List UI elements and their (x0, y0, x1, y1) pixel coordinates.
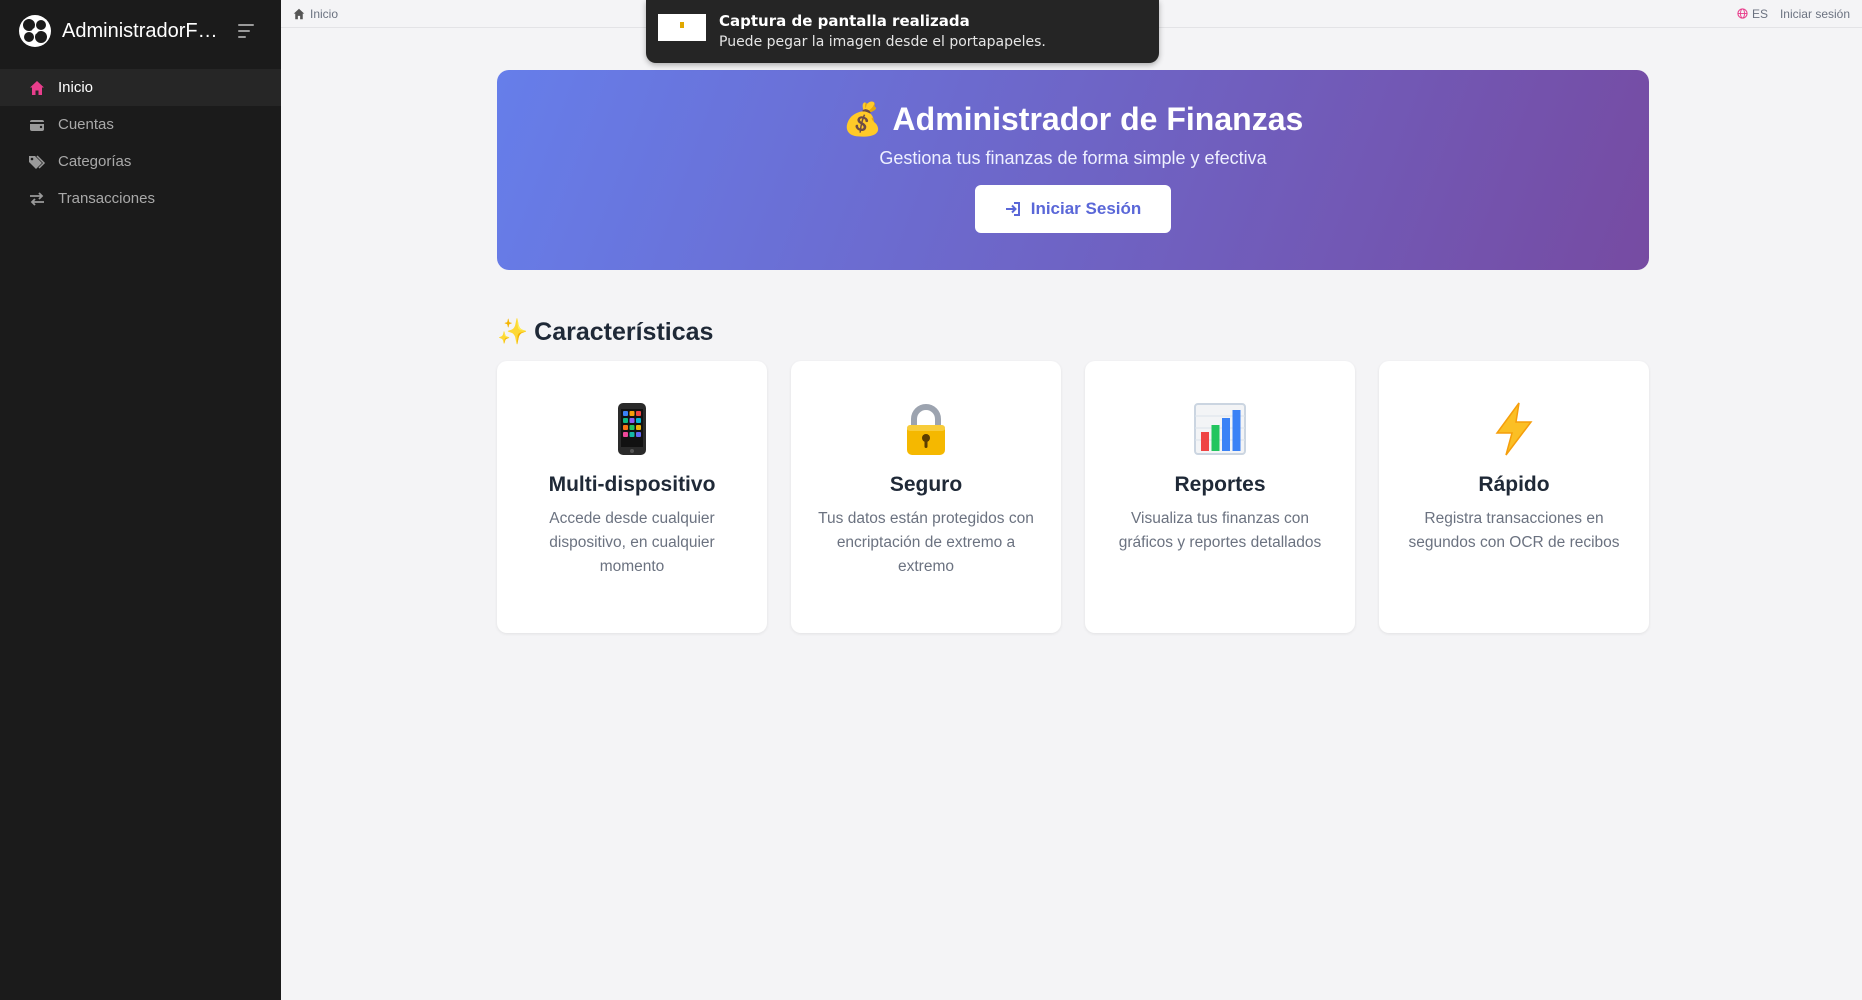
screenshot-thumbnail (658, 14, 706, 41)
feature-description: Tus datos están protegidos con encriptac… (818, 510, 1034, 575)
breadcrumb-item[interactable]: Inicio (310, 7, 338, 21)
feature-title: Multi-dispositivo (548, 473, 716, 496)
hero-subtitle: Gestiona tus finanzas de forma simple y … (879, 148, 1267, 168)
toast-message: Puede pegar la imagen desde el portapape… (719, 34, 1046, 50)
app-logo-icon (19, 15, 51, 47)
breadcrumb: Inicio (293, 7, 338, 21)
sidebar-collapse-icon[interactable] (238, 24, 256, 38)
lightning-icon (1495, 402, 1533, 456)
feature-title: Reportes (1174, 473, 1266, 496)
sidebar-item-categorias[interactable]: Categorías (0, 143, 281, 180)
sidebar-item-label: Cuentas (58, 116, 114, 133)
transfer-icon (28, 190, 46, 208)
toast-title: Captura de pantalla realizada (719, 12, 970, 30)
home-icon (28, 79, 46, 97)
hero-title-text: Administrador de Finanzas (892, 100, 1304, 137)
features-grid: Multi-dispositivo Accede desde cualquier… (497, 361, 1649, 633)
home-icon (293, 8, 305, 19)
main-content: 💰 Administrador de Finanzas Gestiona tus… (281, 28, 1862, 1000)
sparkles-icon: ✨ (497, 318, 529, 346)
features-title: ✨ Características (497, 318, 1649, 347)
money-bag-icon: 💰 (842, 101, 883, 137)
feature-description: Accede desde cualquier dispositivo, en c… (549, 510, 715, 575)
sidebar-item-cuentas[interactable]: Cuentas (0, 106, 281, 143)
feature-description: Visualiza tus finanzas con gráficos y re… (1118, 510, 1322, 551)
tags-icon (28, 153, 46, 171)
top-actions: ES Iniciar sesión (1737, 7, 1850, 21)
brand-name: AdministradorFin... (62, 19, 222, 42)
feature-card-secure: Seguro Tus datos están protegidos con en… (791, 361, 1061, 633)
login-button-label: Iniciar Sesión (1030, 199, 1142, 218)
brand: AdministradorFin... (0, 0, 281, 62)
content-container: 💰 Administrador de Finanzas Gestiona tus… (497, 70, 1649, 633)
language-label: ES (1751, 6, 1768, 21)
sidebar-item-label: Categorías (58, 153, 132, 170)
login-link[interactable]: Iniciar sesión (1780, 7, 1850, 21)
wallet-icon (28, 116, 46, 134)
features-title-text: Características (534, 318, 714, 346)
sidebar: AdministradorFin... Inicio Cuentas Categ… (0, 0, 281, 1000)
sidebar-item-inicio[interactable]: Inicio (0, 69, 281, 106)
sidebar-nav: Inicio Cuentas Categorías Transacciones (0, 69, 281, 217)
language-selector[interactable]: ES (1737, 7, 1768, 21)
feature-title: Rápido (1478, 473, 1550, 496)
screenshot-toast[interactable]: Captura de pantalla realizada Puede pega… (646, 0, 1159, 63)
bar-chart-icon (1194, 403, 1246, 455)
login-button[interactable]: Iniciar Sesión (975, 185, 1171, 233)
feature-description: Registra transacciones en segundos con O… (1408, 510, 1620, 551)
hero-banner: 💰 Administrador de Finanzas Gestiona tus… (497, 70, 1649, 270)
sidebar-item-transacciones[interactable]: Transacciones (0, 180, 281, 217)
feature-card-reports: Reportes Visualiza tus finanzas con gráf… (1085, 361, 1355, 633)
feature-card-multi-device: Multi-dispositivo Accede desde cualquier… (497, 361, 767, 633)
mobile-phone-icon (618, 403, 646, 455)
globe-icon (1737, 8, 1748, 19)
sidebar-item-label: Inicio (58, 79, 94, 96)
lock-icon (907, 404, 945, 455)
sidebar-item-label: Transacciones (58, 190, 155, 207)
feature-card-fast: Rápido Registra transacciones en segundo… (1379, 361, 1649, 633)
hero-title: 💰 Administrador de Finanzas (843, 100, 1304, 138)
toast-content: Captura de pantalla realizada Puede pega… (719, 12, 1046, 50)
feature-title: Seguro (889, 473, 963, 496)
sign-in-icon (1005, 202, 1020, 216)
